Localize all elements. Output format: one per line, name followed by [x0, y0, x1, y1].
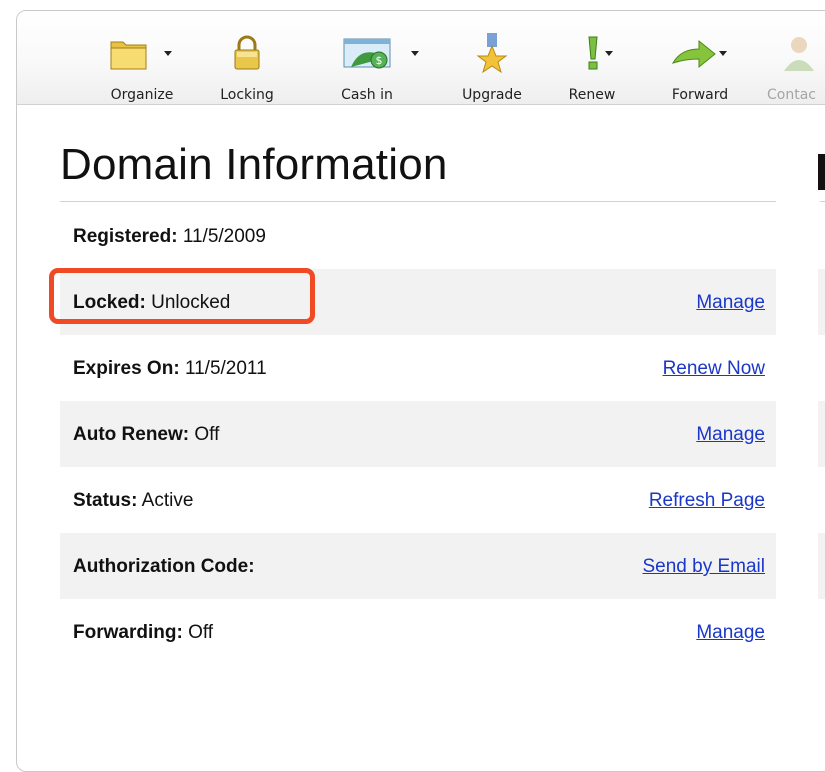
- star-medal-icon: [447, 33, 537, 74]
- right-column-row-shade: [818, 533, 825, 599]
- right-column-title-fragment: [818, 154, 825, 190]
- locked-status-highlight: [49, 268, 315, 324]
- renew-label: Renew: [568, 87, 616, 103]
- row-label: Expires On:: [73, 358, 180, 379]
- renew-now-link[interactable]: Renew Now: [663, 358, 765, 380]
- row-value: 11/5/2009: [182, 226, 266, 247]
- cash-in-button[interactable]: $ Cash in: [327, 11, 427, 104]
- contact-button[interactable]: Contac: [762, 11, 825, 104]
- row-registered: Registered: 11/5/2009: [60, 203, 776, 269]
- row-label: Registered:: [73, 226, 178, 247]
- row-forwarding: Forwarding: Off Manage: [60, 599, 776, 665]
- cash-in-label: Cash in: [341, 87, 393, 103]
- locking-label: Locking: [220, 87, 274, 103]
- folder-icon: [97, 33, 187, 73]
- row-status: Status: Active Refresh Page: [60, 467, 776, 533]
- row-expires-on: Expires On: 11/5/2011 Renew Now: [60, 335, 776, 401]
- chevron-down-icon: [164, 51, 172, 56]
- manage-forwarding-link[interactable]: Manage: [696, 622, 765, 644]
- contact-label: Contac: [767, 87, 816, 103]
- row-label: Auto Renew:: [73, 424, 190, 445]
- green-arrow-icon: [655, 33, 745, 73]
- right-column-row-shade: [818, 269, 825, 335]
- manage-lock-link[interactable]: Manage: [696, 292, 765, 314]
- row-label: Status:: [73, 490, 138, 511]
- chevron-down-icon: [605, 51, 613, 56]
- organize-label: Organize: [110, 87, 174, 103]
- row-label: Forwarding:: [73, 622, 183, 643]
- upgrade-label: Upgrade: [462, 87, 522, 103]
- section-title: Domain Information: [60, 140, 448, 189]
- locking-button[interactable]: Locking: [207, 11, 287, 104]
- row-value: Off: [194, 424, 220, 445]
- right-column-divider: [820, 201, 825, 202]
- forward-button[interactable]: Forward: [655, 11, 745, 104]
- row-authorization-code: Authorization Code: Send by Email: [60, 533, 776, 599]
- row-auto-renew: Auto Renew: Off Manage: [60, 401, 776, 467]
- contact-person-icon: [762, 33, 825, 73]
- upgrade-button[interactable]: Upgrade: [447, 11, 537, 104]
- title-divider: [60, 201, 776, 202]
- refresh-page-link[interactable]: Refresh Page: [649, 490, 765, 512]
- row-value: 11/5/2011: [184, 358, 267, 379]
- padlock-icon: [207, 33, 287, 73]
- right-column-row-shade: [818, 401, 825, 467]
- exclamation-icon: [562, 33, 622, 73]
- row-value: Active: [141, 490, 194, 511]
- svg-text:$: $: [376, 54, 383, 67]
- renew-button[interactable]: Renew: [562, 11, 622, 104]
- send-by-email-link[interactable]: Send by Email: [642, 556, 765, 578]
- chevron-down-icon: [719, 51, 727, 56]
- row-label: Authorization Code:: [73, 556, 255, 577]
- chevron-down-icon: [411, 51, 419, 56]
- forward-label: Forward: [671, 87, 729, 103]
- toolbar: Organize Locking $ Cash in Upgrade Renew…: [17, 11, 825, 105]
- manage-auto-renew-link[interactable]: Manage: [696, 424, 765, 446]
- organize-button[interactable]: Organize: [97, 11, 187, 104]
- row-value: Off: [188, 622, 214, 643]
